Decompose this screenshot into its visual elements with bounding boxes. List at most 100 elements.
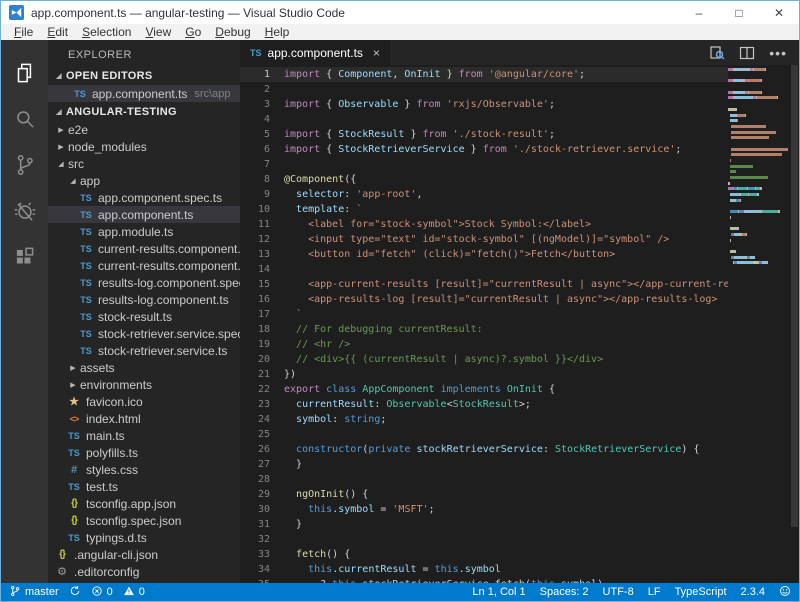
code-line-26[interactable]: 26 constructor(private stockRetrieverSer…: [240, 442, 728, 457]
tree-folder-app[interactable]: ◢app: [48, 172, 240, 189]
minimap[interactable]: [728, 65, 790, 583]
status-0[interactable]: 0: [123, 585, 145, 600]
code-line-33[interactable]: 33 fetch() {: [240, 547, 728, 562]
tab-close-icon[interactable]: ×: [373, 46, 380, 60]
status-ln-1-col-1[interactable]: Ln 1, Col 1: [472, 586, 525, 598]
code-line-16[interactable]: 16 <app-results-log [result]="currentRes…: [240, 292, 728, 307]
code-line-7[interactable]: 7: [240, 157, 728, 172]
tree-file-polyfills-ts[interactable]: TSpolyfills.ts: [48, 444, 240, 461]
tree-file-current-results-component-ts[interactable]: TScurrent-results.component.ts: [48, 257, 240, 274]
code-line-31[interactable]: 31 }: [240, 517, 728, 532]
menu-view[interactable]: View: [138, 25, 178, 39]
tree-file-app-module-ts[interactable]: TSapp.module.ts: [48, 223, 240, 240]
tree-file-main-ts[interactable]: TSmain.ts: [48, 427, 240, 444]
code-line-35[interactable]: 35 ? this.stockRetrieverService.fetch(th…: [240, 577, 728, 583]
split-editor-icon[interactable]: [739, 45, 755, 61]
code-line-11[interactable]: 11 <label for="stock-symbol">Stock Symbo…: [240, 217, 728, 232]
status-lf[interactable]: LF: [648, 586, 661, 598]
menu-debug[interactable]: Debug: [208, 25, 257, 39]
tab-app-component-ts[interactable]: TS app.component.ts ×: [240, 40, 390, 65]
status-sync[interactable]: [69, 585, 81, 600]
tree-file-favicon-ico[interactable]: ★favicon.ico: [48, 393, 240, 410]
code-line-12[interactable]: 12 <input type="text" id="stock-symbol" …: [240, 232, 728, 247]
code-line-5[interactable]: 5import { StockResult } from './stock-re…: [240, 127, 728, 142]
tree-file-app-component-ts[interactable]: TSapp.component.ts: [48, 206, 240, 223]
tree-file--editorconfig[interactable]: ⚙.editorconfig: [48, 563, 240, 580]
status-spaces-2[interactable]: Spaces: 2: [540, 586, 589, 598]
status-0[interactable]: 0: [91, 585, 113, 600]
tree-file-app-component-spec-ts[interactable]: TSapp.component.spec.ts: [48, 189, 240, 206]
open-editor-item[interactable]: TSapp.component.tssrc\app: [48, 85, 240, 102]
menu-help[interactable]: Help: [258, 25, 297, 39]
code-line-9[interactable]: 9 selector: 'app-root',: [240, 187, 728, 202]
code-line-23[interactable]: 23 currentResult: Observable<StockResult…: [240, 397, 728, 412]
code-line-27[interactable]: 27 }: [240, 457, 728, 472]
tree-file-results-log-component-ts[interactable]: TSresults-log.component.ts: [48, 291, 240, 308]
tree-folder-node-modules[interactable]: ▶node_modules: [48, 138, 240, 155]
status-utf-8[interactable]: UTF-8: [603, 586, 634, 598]
tree-file-index-html[interactable]: <>index.html: [48, 410, 240, 427]
tree-file-results-log-component-spec-ts[interactable]: TSresults-log.component.spec.ts: [48, 274, 240, 291]
code-line-3[interactable]: 3import { Observable } from 'rxjs/Observ…: [240, 97, 728, 112]
debug-icon[interactable]: [1, 188, 48, 234]
status-feedback[interactable]: [779, 585, 791, 600]
tree-file-typings-d-ts[interactable]: TStypings.d.ts: [48, 529, 240, 546]
code-line-10[interactable]: 10 template: `: [240, 202, 728, 217]
code-line-17[interactable]: 17 `: [240, 307, 728, 322]
code-line-18[interactable]: 18 // For debugging currentResult:: [240, 322, 728, 337]
code-line-28[interactable]: 28: [240, 472, 728, 487]
editor-scrollbar[interactable]: [790, 65, 799, 583]
open-preview-icon[interactable]: [709, 45, 725, 61]
code-line-4[interactable]: 4: [240, 112, 728, 127]
code-line-8[interactable]: 8@Component({: [240, 172, 728, 187]
code-line-19[interactable]: 19 // <hr />: [240, 337, 728, 352]
tree-file-stock-retriever-service-ts[interactable]: TSstock-retriever.service.ts: [48, 342, 240, 359]
explorer-icon[interactable]: [1, 50, 48, 96]
tree-file-test-ts[interactable]: TStest.ts: [48, 478, 240, 495]
more-actions-icon[interactable]: •••: [769, 48, 787, 58]
tree-file-stock-retriever-service-spec-ts[interactable]: TSstock-retriever.service.spec.ts: [48, 325, 240, 342]
code-line-15[interactable]: 15 <app-current-results [result]="curren…: [240, 277, 728, 292]
code-line-32[interactable]: 32: [240, 532, 728, 547]
tree-folder-assets[interactable]: ▶assets: [48, 359, 240, 376]
code-line-1[interactable]: 1import { Component, OnInit } from '@ang…: [240, 67, 728, 82]
code-line-24[interactable]: 24 symbol: string;: [240, 412, 728, 427]
tree-folder-src[interactable]: ◢src: [48, 155, 240, 172]
scrollbar-thumb[interactable]: [791, 65, 798, 527]
code-line-30[interactable]: 30 this.symbol = 'MSFT';: [240, 502, 728, 517]
code-line-21[interactable]: 21}): [240, 367, 728, 382]
code-line-20[interactable]: 20 // <div>{{ (currentResult | async)?.s…: [240, 352, 728, 367]
code-line-14[interactable]: 14: [240, 262, 728, 277]
menu-go[interactable]: Go: [178, 25, 208, 39]
code-line-29[interactable]: 29 ngOnInit() {: [240, 487, 728, 502]
code-line-6[interactable]: 6import { StockRetrieverService } from '…: [240, 142, 728, 157]
tree-file-tsconfig-spec-json[interactable]: {}tsconfig.spec.json: [48, 512, 240, 529]
maximize-button[interactable]: □: [719, 1, 759, 24]
tree-file-current-results-component-spec-ts[interactable]: TScurrent-results.component.spec.ts: [48, 240, 240, 257]
close-button[interactable]: ✕: [759, 1, 799, 24]
tree-file--angular-cli-json[interactable]: {}.angular-cli.json: [48, 546, 240, 563]
menu-edit[interactable]: Edit: [40, 25, 75, 39]
tree-folder-e2e[interactable]: ▶e2e: [48, 121, 240, 138]
code-area[interactable]: 1import { Component, OnInit } from '@ang…: [240, 65, 728, 583]
status-2-3-4[interactable]: 2.3.4: [741, 586, 765, 598]
extensions-icon[interactable]: [1, 234, 48, 280]
code-line-25[interactable]: 25: [240, 427, 728, 442]
menu-selection[interactable]: Selection: [75, 25, 138, 39]
code-line-34[interactable]: 34 this.currentResult = this.symbol: [240, 562, 728, 577]
status-typescript[interactable]: TypeScript: [675, 586, 727, 598]
code-line-13[interactable]: 13 <button id="fetch" (click)="fetch()">…: [240, 247, 728, 262]
minimize-button[interactable]: –: [679, 1, 719, 24]
tree-file-stock-result-ts[interactable]: TSstock-result.ts: [48, 308, 240, 325]
code-line-22[interactable]: 22export class AppComponent implements O…: [240, 382, 728, 397]
tree-folder-environments[interactable]: ▶environments: [48, 376, 240, 393]
tree-file-tsconfig-app-json[interactable]: {}tsconfig.app.json: [48, 495, 240, 512]
search-icon[interactable]: [1, 96, 48, 142]
tree-file-styles-css[interactable]: #styles.css: [48, 461, 240, 478]
menu-file[interactable]: File: [7, 25, 40, 39]
source-control-icon[interactable]: [1, 142, 48, 188]
code-line-2[interactable]: 2: [240, 82, 728, 97]
status-master[interactable]: master: [9, 585, 59, 600]
open-editors-header[interactable]: ◢ OPEN EDITORS: [48, 66, 240, 85]
project-section-header[interactable]: ◢ ANGULAR-TESTING: [48, 102, 240, 121]
